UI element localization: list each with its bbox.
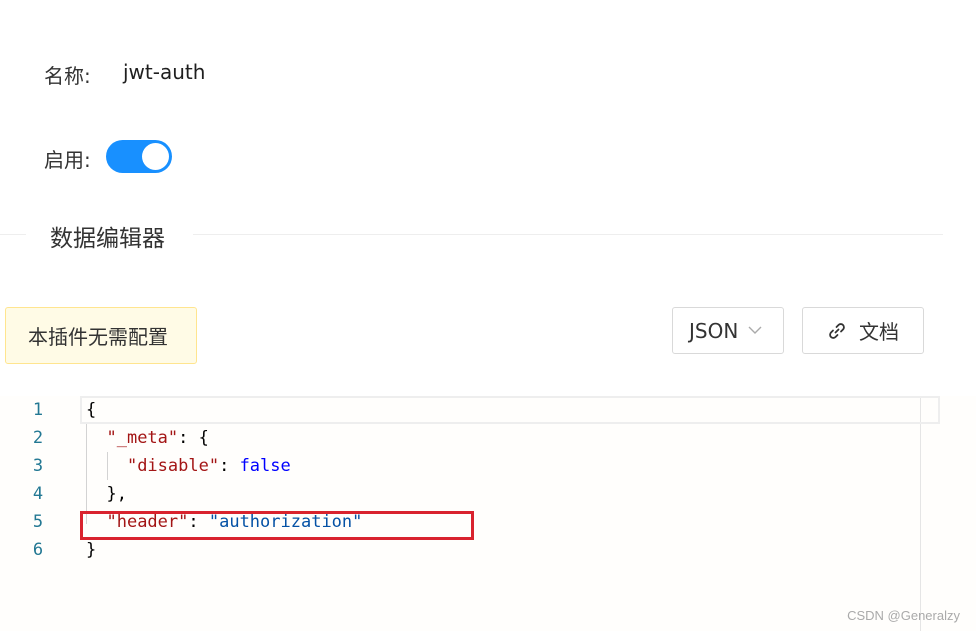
section-title: 数据编辑器 [50, 226, 165, 252]
code-token-punct [86, 428, 106, 448]
code-token-punct: } [86, 540, 97, 560]
section-divider-right [193, 234, 943, 235]
format-select-value: JSON [689, 318, 739, 343]
code-token-punct: : [219, 456, 240, 476]
link-icon [827, 321, 847, 341]
line-number: 3 [32, 456, 44, 476]
code-text: "_meta": { [86, 424, 209, 452]
code-token-key: "_meta" [106, 428, 179, 448]
highlight-annotation-box [80, 511, 474, 540]
code-token-punct [86, 456, 127, 476]
line-number: 1 [32, 400, 44, 420]
code-line: 1{ [0, 396, 976, 424]
format-select[interactable]: JSON [672, 307, 784, 354]
no-config-notice: 本插件无需配置 [5, 307, 197, 364]
code-line: 2 "_meta": { [0, 424, 976, 452]
name-label: 名称: [44, 64, 91, 88]
enable-toggle[interactable] [106, 140, 172, 173]
name-value: jwt-auth [123, 60, 206, 84]
code-token-bool: false [239, 456, 291, 476]
line-number: 6 [32, 540, 44, 560]
watermark: CSDN @Generalzy [847, 608, 960, 623]
code-token-punct: { [86, 400, 97, 420]
code-token-punct: : { [178, 428, 209, 448]
chevron-down-icon [748, 323, 762, 339]
code-token-punct: }, [86, 484, 127, 504]
notice-text: 本插件无需配置 [28, 325, 168, 349]
code-text: "disable": false [86, 452, 291, 480]
line-number: 4 [32, 484, 44, 504]
enable-label: 启用: [44, 148, 91, 172]
line-number: 5 [32, 512, 44, 532]
docs-button[interactable]: 文档 [802, 307, 924, 354]
line-number: 2 [32, 428, 44, 448]
toggle-knob [142, 143, 169, 170]
code-line: 6} [0, 536, 976, 564]
code-text: }, [86, 480, 127, 508]
code-text: } [86, 536, 96, 564]
code-token-key: "disable" [126, 456, 220, 476]
code-line: 3 "disable": false [0, 452, 976, 480]
docs-button-label: 文档 [859, 320, 899, 344]
code-text: { [86, 396, 96, 424]
section-divider-left [0, 234, 26, 235]
code-line: 4 }, [0, 480, 976, 508]
